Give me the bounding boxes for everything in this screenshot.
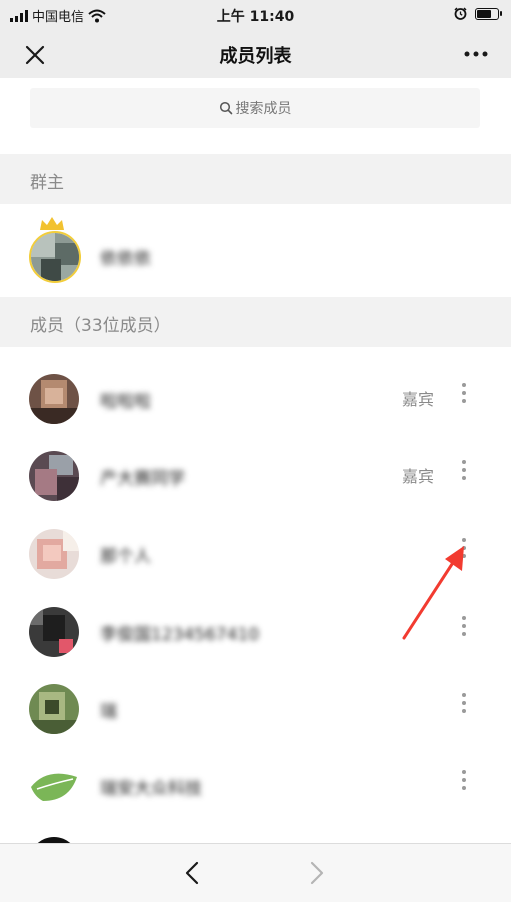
search-area: 搜索成员 <box>0 78 511 154</box>
search-icon <box>219 101 232 115</box>
member-name: 李俊国1234567410 <box>100 625 260 645</box>
status-right <box>454 7 502 20</box>
alarm-icon <box>454 7 467 20</box>
owner-section-header: 群主 <box>0 154 511 204</box>
bottom-toolbar <box>0 843 511 902</box>
members-section-label: 成员（33位成员） <box>30 316 171 336</box>
battery-icon <box>475 7 502 20</box>
member-row[interactable]: 啦啦啦 嘉宾 <box>0 359 511 437</box>
battery-fill <box>477 9 491 18</box>
search-placeholder: 搜索成员 <box>235 101 292 117</box>
member-row-partial <box>0 823 511 843</box>
more-vertical-icon[interactable] <box>457 693 471 721</box>
search-input[interactable]: 搜索成员 <box>30 88 480 128</box>
member-name: 产大赛同学 <box>100 469 185 489</box>
owner-row[interactable]: 依依依 <box>0 204 511 297</box>
avatar <box>29 451 79 501</box>
chevron-right-icon[interactable] <box>304 860 328 886</box>
member-row[interactable]: 产大赛同学 嘉宾 <box>0 436 511 514</box>
member-row[interactable]: 瑞 <box>0 669 511 747</box>
status-time: 上午 11:40 <box>216 9 295 25</box>
guest-tag: 嘉宾 <box>402 467 435 486</box>
avatar <box>29 374 79 424</box>
crown-icon <box>40 217 64 230</box>
more-vertical-icon[interactable] <box>457 383 471 411</box>
more-vertical-icon[interactable] <box>457 770 471 798</box>
member-name: 啦啦啦 <box>100 392 151 412</box>
avatar <box>29 607 79 657</box>
chevron-left-icon[interactable] <box>181 860 205 886</box>
avatar <box>29 761 79 811</box>
member-name: 瑞安大众科技 <box>100 779 202 799</box>
member-name: 瑞 <box>100 702 117 722</box>
avatar <box>29 231 81 283</box>
nav-bar: 成员列表 <box>0 30 511 78</box>
more-icon[interactable] <box>461 44 491 64</box>
owner-section-label: 群主 <box>30 173 64 193</box>
guest-tag: 嘉宾 <box>402 390 435 409</box>
member-row[interactable]: 瑞安大众科技 <box>0 746 511 824</box>
avatar <box>29 684 79 734</box>
status-bar: 中国电信 上午 11:40 <box>0 0 511 30</box>
member-name: 那个人 <box>100 547 151 567</box>
page-title: 成员列表 <box>219 46 292 67</box>
avatar <box>29 529 79 579</box>
annotation-arrow-icon <box>402 546 464 640</box>
more-vertical-icon[interactable] <box>457 460 471 488</box>
owner-name: 依依依 <box>100 249 151 269</box>
members-section-header: 成员（33位成员） <box>0 297 511 347</box>
